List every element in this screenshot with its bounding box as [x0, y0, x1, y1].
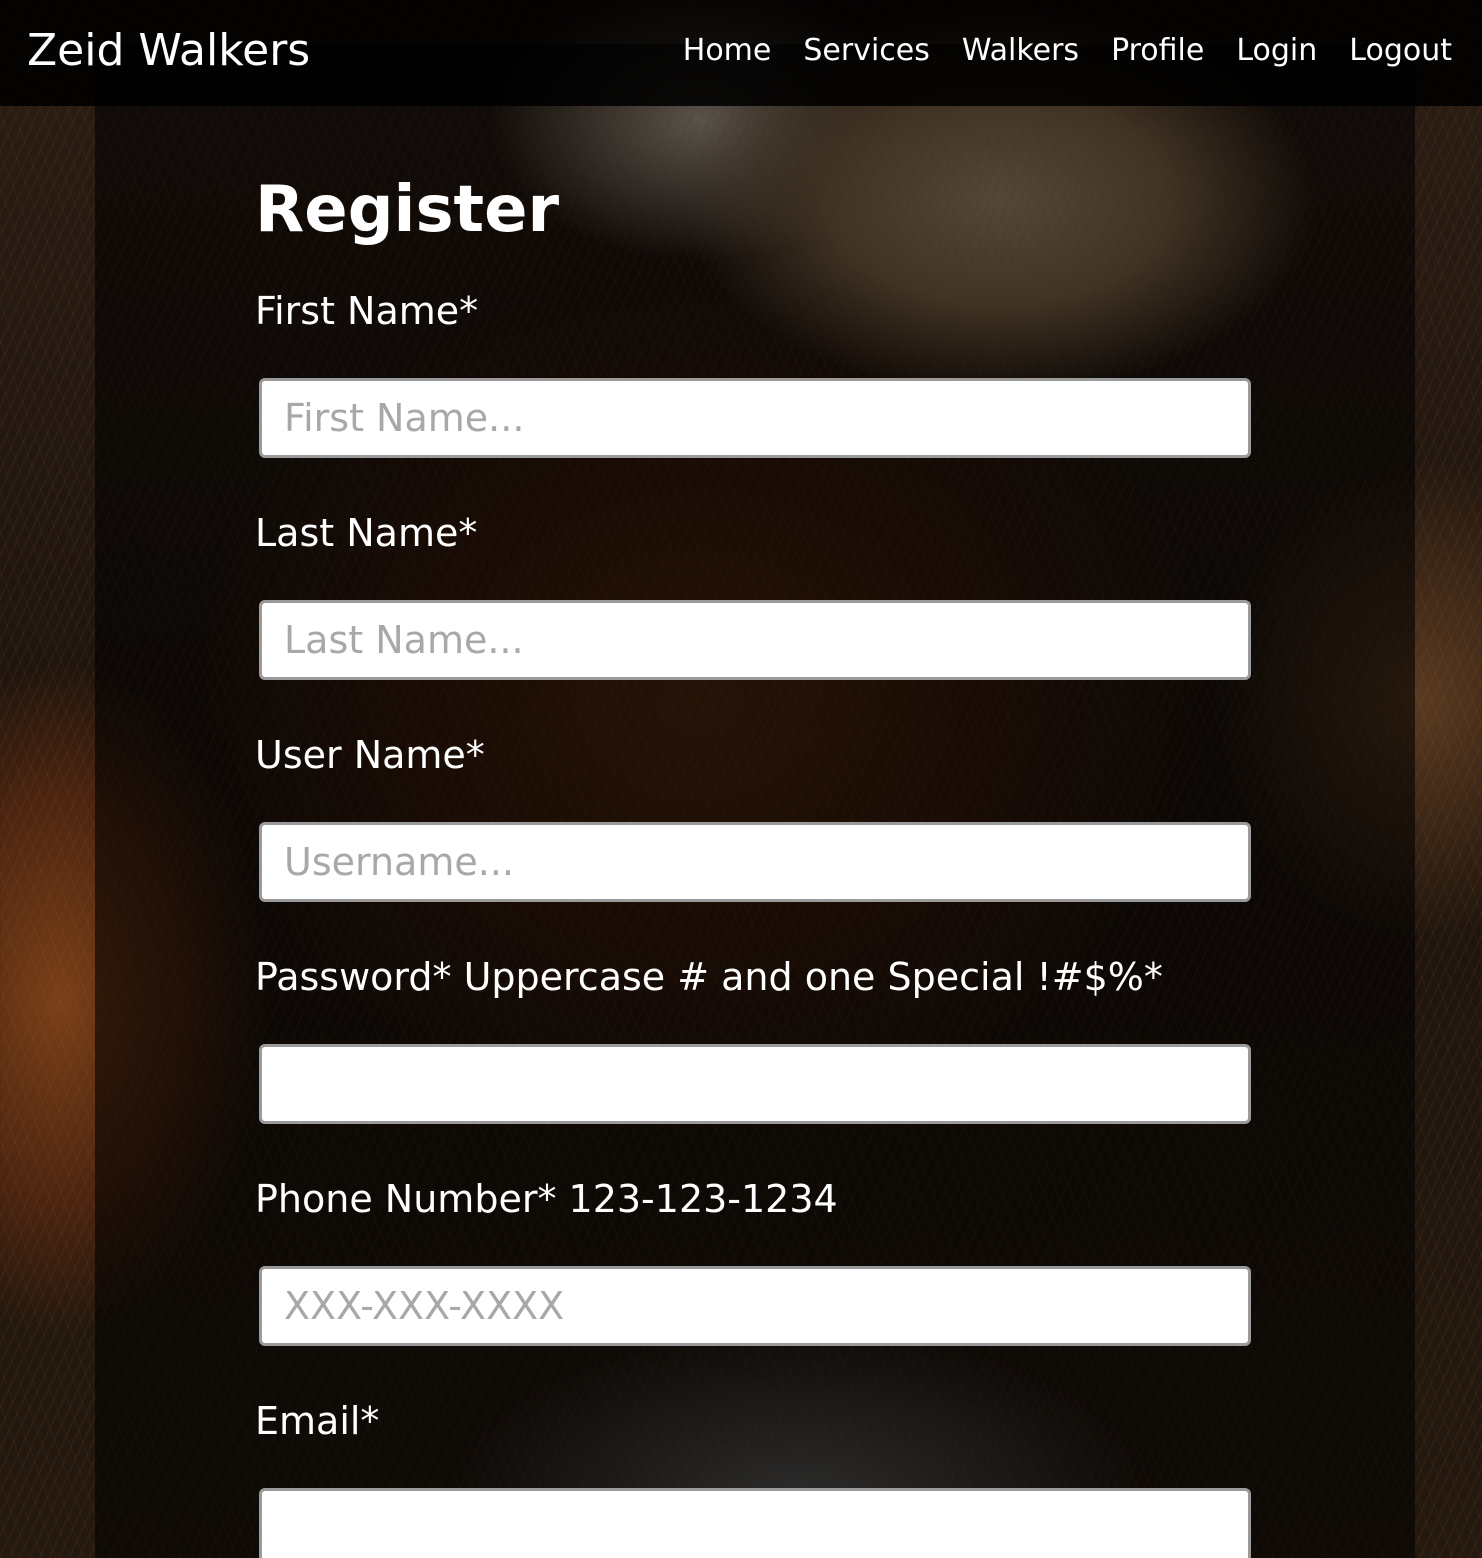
user-name-input[interactable]: [259, 822, 1251, 902]
last-name-label: Last Name*: [255, 511, 478, 555]
nav-link-logout[interactable]: Logout: [1333, 32, 1468, 70]
last-name-field: Last Name*: [255, 510, 1255, 680]
nav-link-login[interactable]: Login: [1220, 32, 1333, 70]
user-name-label: User Name*: [255, 733, 485, 777]
email-label: Email*: [255, 1399, 380, 1443]
nav-link-services[interactable]: Services: [787, 32, 946, 70]
first-name-input[interactable]: [259, 378, 1251, 458]
password-input[interactable]: [259, 1044, 1251, 1124]
password-label: Password* Uppercase # and one Special !#…: [255, 955, 1163, 999]
first-name-label: First Name*: [255, 289, 479, 333]
brand-link[interactable]: Zeid Walkers: [27, 24, 310, 78]
first-name-field: First Name*: [255, 288, 1255, 458]
user-name-field: User Name*: [255, 732, 1255, 902]
navbar: Zeid Walkers Home Services Walkers Profi…: [0, 0, 1482, 106]
nav-link-home[interactable]: Home: [667, 32, 788, 70]
email-field: Email*: [255, 1398, 1255, 1558]
nav-links: Home Services Walkers Profile Login Logo…: [667, 32, 1468, 70]
phone-field: Phone Number* 123-123-1234: [255, 1176, 1255, 1346]
page-title: Register: [255, 173, 560, 247]
nav-link-walkers[interactable]: Walkers: [946, 32, 1095, 70]
register-form: Register First Name* Last Name* User Nam…: [255, 106, 1255, 1558]
last-name-input[interactable]: [259, 600, 1251, 680]
password-field: Password* Uppercase # and one Special !#…: [255, 954, 1255, 1124]
email-input[interactable]: [259, 1488, 1251, 1558]
phone-input[interactable]: [259, 1266, 1251, 1346]
phone-label: Phone Number* 123-123-1234: [255, 1177, 838, 1221]
nav-link-profile[interactable]: Profile: [1095, 32, 1220, 70]
